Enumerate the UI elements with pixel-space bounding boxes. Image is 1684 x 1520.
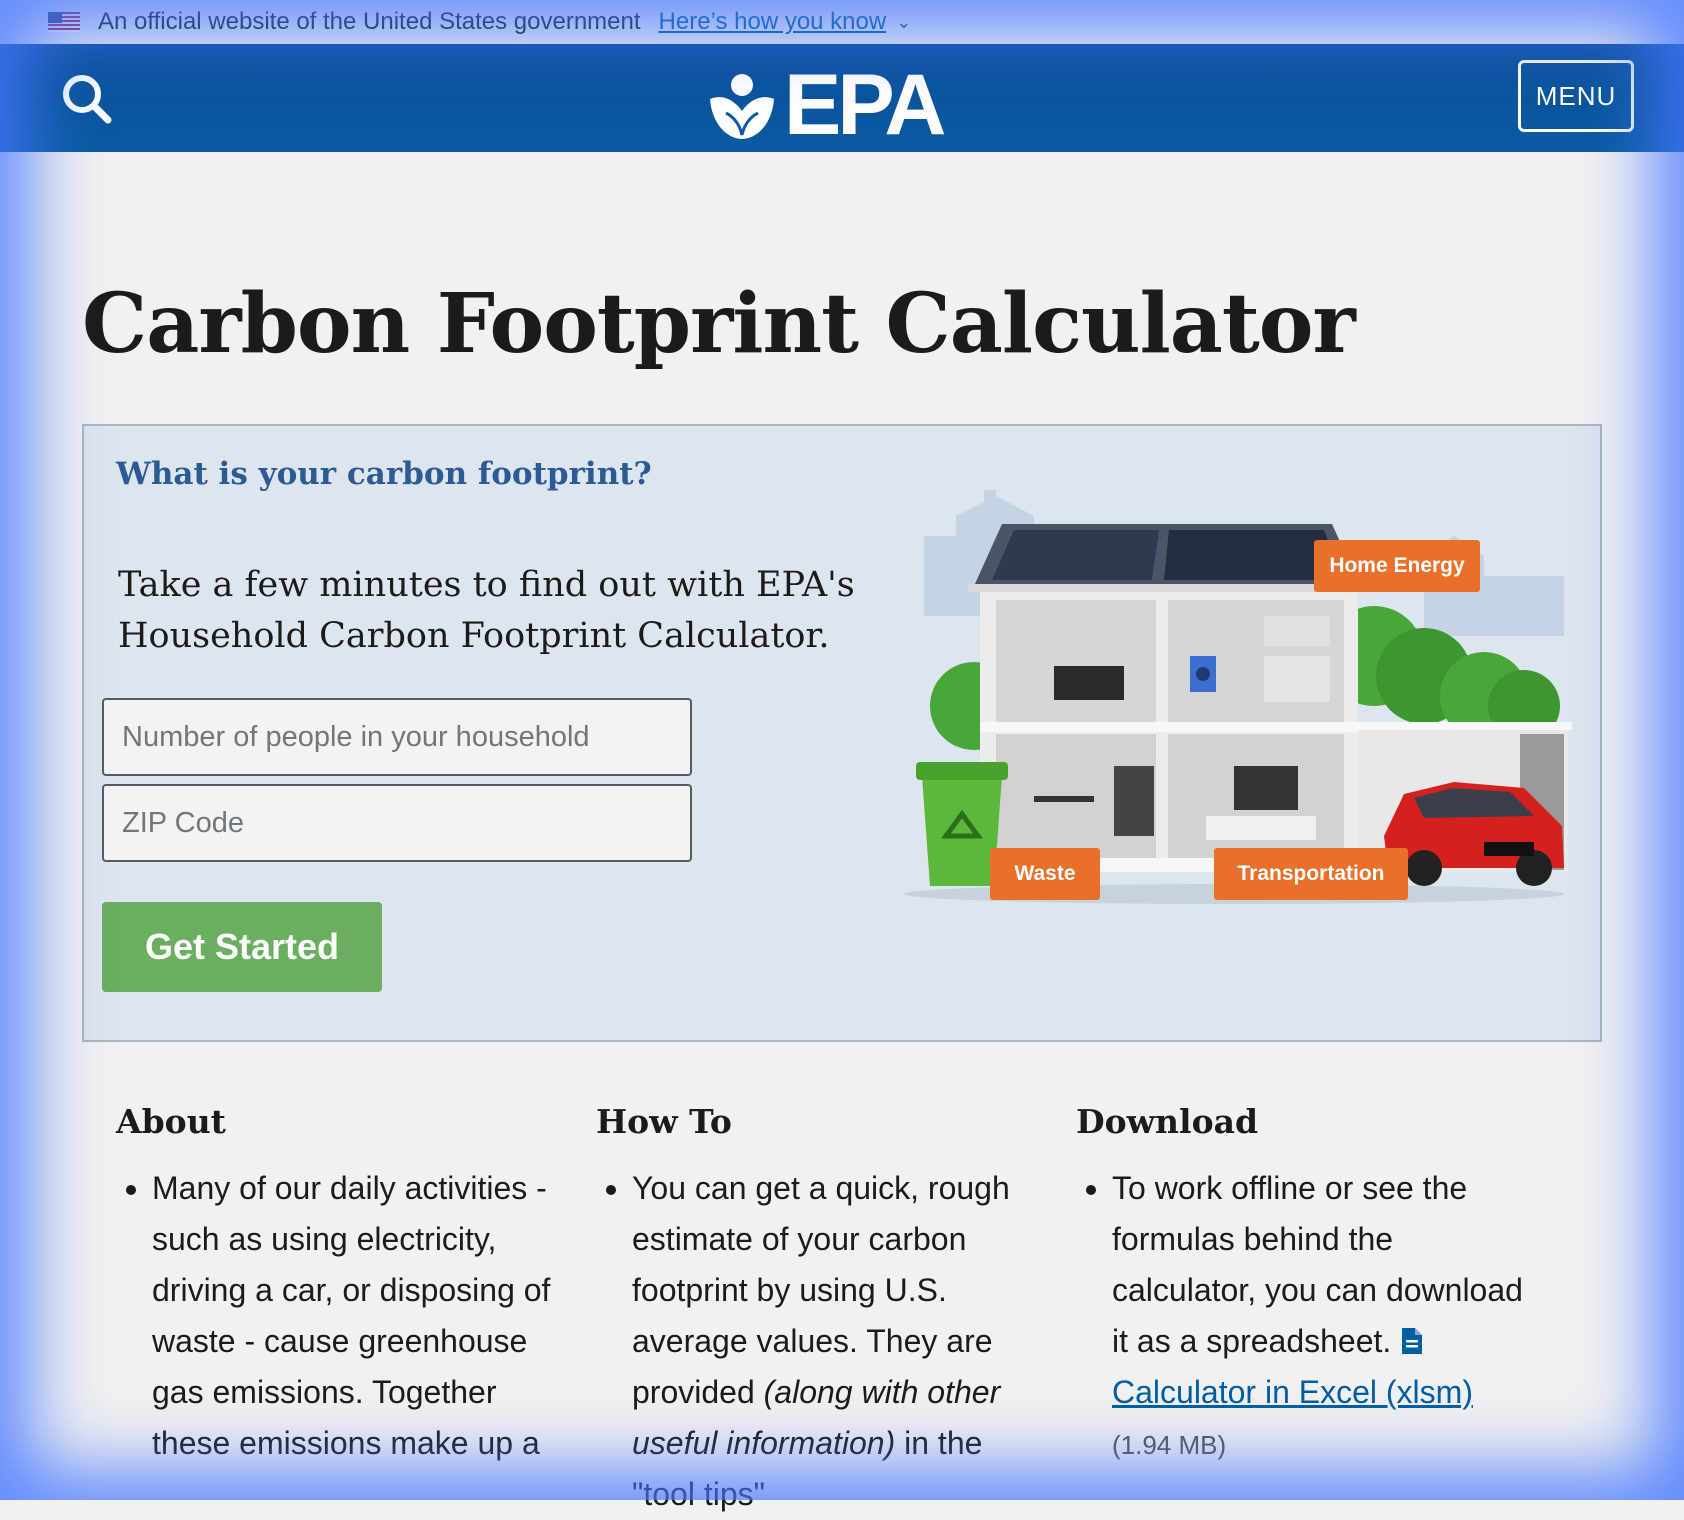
download-heading: Download [1076, 1102, 1259, 1141]
gov-banner: An official website of the United States… [0, 0, 1684, 44]
hero-question: What is your carbon footprint? [116, 456, 652, 492]
chevron-down-icon[interactable]: ⌄ [896, 12, 911, 33]
transportation-tag: Transportation [1214, 848, 1408, 900]
howto-heading: How To [596, 1102, 732, 1141]
home-energy-tag: Home Energy [1314, 540, 1480, 592]
household-size-input[interactable] [102, 698, 692, 776]
file-size: (1.94 MB) [1112, 1430, 1227, 1460]
page-title: Carbon Footprint Calculator [82, 276, 1356, 372]
us-flag-icon [48, 12, 80, 32]
how-you-know-link[interactable]: Here’s how you know [659, 8, 887, 36]
get-started-button[interactable]: Get Started [102, 902, 382, 992]
epa-flower-icon [710, 74, 774, 139]
document-icon [1402, 1328, 1423, 1354]
howto-item: You can get a quick, rough estimate of y… [632, 1163, 1046, 1520]
calculator-hero: What is your carbon footprint? Take a fe… [82, 424, 1602, 1042]
site-header: EPA MENU [0, 44, 1684, 152]
howto-list: You can get a quick, rough estimate of y… [596, 1163, 1046, 1520]
waste-tag: Waste [990, 848, 1100, 900]
about-text: Many of our daily activities - such as u… [152, 1163, 566, 1469]
epa-wordmark: EPA [784, 57, 946, 153]
download-text: To work offline or see the formulas behi… [1112, 1170, 1523, 1359]
search-icon [63, 75, 112, 124]
about-section: About Many of our daily activities - suc… [116, 1102, 566, 1469]
zip-code-input[interactable] [102, 784, 692, 862]
hero-intro: Take a few minutes to find out with EPA'… [118, 565, 855, 656]
download-section: Download To work offline or see the form… [1076, 1102, 1526, 1471]
about-list: Many of our daily activities - such as u… [116, 1163, 566, 1469]
excel-download-link[interactable]: Calculator in Excel (xlsm) [1112, 1374, 1473, 1410]
download-list: To work offline or see the formulas behi… [1076, 1163, 1526, 1471]
gov-banner-text: An official website of the United States… [98, 8, 641, 35]
search-button[interactable] [58, 70, 116, 128]
download-item: To work offline or see the formulas behi… [1112, 1163, 1526, 1471]
about-heading: About [116, 1102, 226, 1141]
epa-logo[interactable]: EPA [706, 57, 946, 153]
menu-button[interactable]: MENU [1518, 60, 1634, 132]
howto-section: How To You can get a quick, rough estima… [596, 1102, 1046, 1520]
